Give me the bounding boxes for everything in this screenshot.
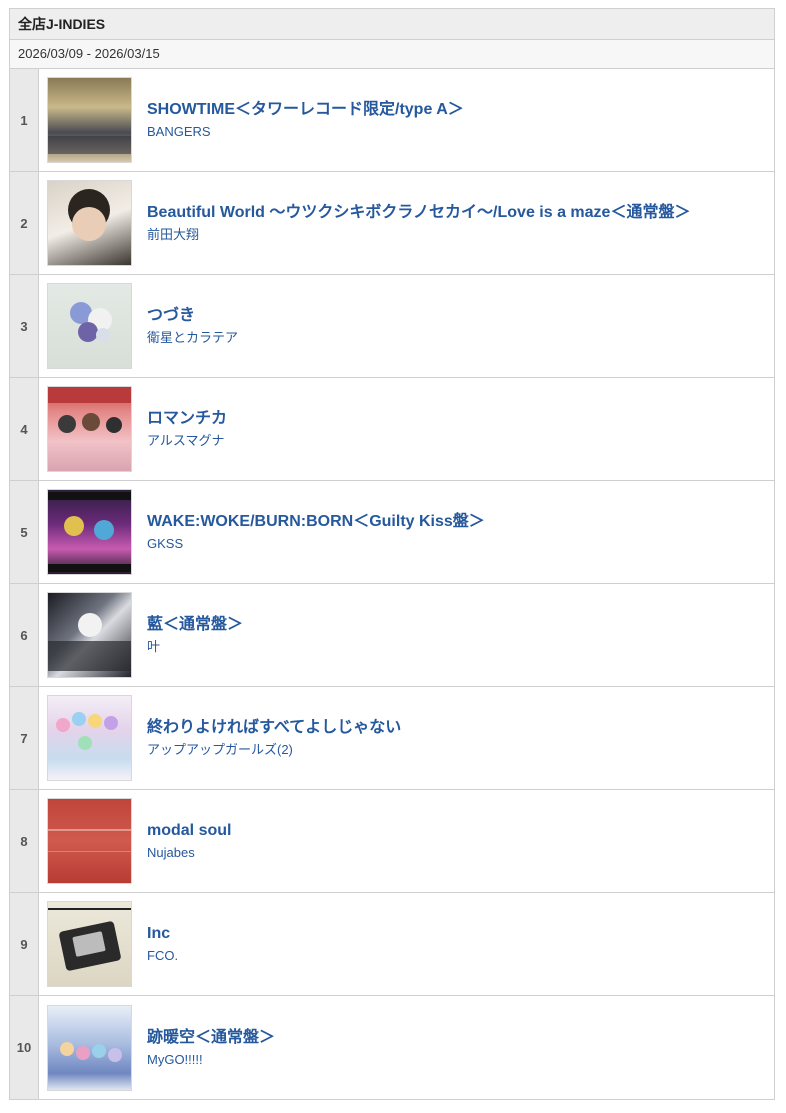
panel-heading: 全店J-INDIES bbox=[10, 9, 774, 40]
ranking-item: 跡暖空＜通常盤＞ MyGO!!!!! bbox=[39, 996, 774, 1099]
item-artist-link[interactable]: MyGO!!!!! bbox=[147, 1051, 275, 1068]
item-title-link[interactable]: 跡暖空＜通常盤＞ bbox=[147, 1028, 275, 1048]
rank-number: 9 bbox=[10, 893, 39, 995]
ranking-item: つづき 衛星とカラテア bbox=[39, 275, 774, 377]
item-artist-link[interactable]: Nujabes bbox=[147, 844, 231, 861]
ranking-row: 1 SHOWTIME＜タワーレコード限定/type A＞ BANGERS bbox=[10, 69, 774, 172]
rank-number: 1 bbox=[10, 69, 39, 171]
item-info: Beautiful World 〜ウツクシキボクラノセカイ〜/Love is a… bbox=[147, 203, 690, 243]
ranking-item: 終わりよければすべてよしじゃない アップアップガールズ(2) bbox=[39, 687, 774, 789]
album-cover[interactable] bbox=[47, 901, 132, 987]
item-info: SHOWTIME＜タワーレコード限定/type A＞ BANGERS bbox=[147, 100, 464, 140]
item-artist-link[interactable]: BANGERS bbox=[147, 123, 464, 140]
item-title-link[interactable]: つづき bbox=[147, 306, 238, 326]
ranking-row: 4 ロマンチカ アルスマグナ bbox=[10, 378, 774, 481]
ranking-list: 1 SHOWTIME＜タワーレコード限定/type A＞ BANGERS 2 B… bbox=[10, 69, 774, 1099]
rank-number: 2 bbox=[10, 172, 39, 274]
ranking-row: 8 modal soul Nujabes bbox=[10, 790, 774, 893]
item-title-link[interactable]: WAKE:WOKE/BURN:BORN＜Guilty Kiss盤＞ bbox=[147, 512, 485, 532]
item-info: 跡暖空＜通常盤＞ MyGO!!!!! bbox=[147, 1028, 275, 1068]
ranking-row: 10 跡暖空＜通常盤＞ MyGO!!!!! bbox=[10, 996, 774, 1099]
ranking-item: WAKE:WOKE/BURN:BORN＜Guilty Kiss盤＞ GKSS bbox=[39, 481, 774, 583]
item-title-link[interactable]: 藍＜通常盤＞ bbox=[147, 615, 243, 635]
item-artist-link[interactable]: アップアップガールズ(2) bbox=[147, 741, 401, 758]
ranking-row: 7 終わりよければすべてよしじゃない アップアップガールズ(2) bbox=[10, 687, 774, 790]
item-title-link[interactable]: Inc bbox=[147, 924, 178, 944]
album-cover[interactable] bbox=[47, 386, 132, 472]
ranking-item: modal soul Nujabes bbox=[39, 790, 774, 892]
ranking-item: Beautiful World 〜ウツクシキボクラノセカイ〜/Love is a… bbox=[39, 172, 774, 274]
album-cover[interactable] bbox=[47, 180, 132, 266]
ranking-period: 2026/03/09 - 2026/03/15 bbox=[10, 40, 774, 69]
ranking-row: 2 Beautiful World 〜ウツクシキボクラノセカイ〜/Love is… bbox=[10, 172, 774, 275]
item-info: Inc FCO. bbox=[147, 924, 178, 964]
album-cover[interactable] bbox=[47, 77, 132, 163]
album-cover[interactable] bbox=[47, 695, 132, 781]
ranking-item: SHOWTIME＜タワーレコード限定/type A＞ BANGERS bbox=[39, 69, 774, 171]
item-title-link[interactable]: modal soul bbox=[147, 821, 231, 841]
album-cover[interactable] bbox=[47, 592, 132, 678]
album-cover[interactable] bbox=[47, 283, 132, 369]
item-info: modal soul Nujabes bbox=[147, 821, 231, 861]
item-title-link[interactable]: SHOWTIME＜タワーレコード限定/type A＞ bbox=[147, 100, 464, 120]
item-info: つづき 衛星とカラテア bbox=[147, 306, 238, 346]
rank-number: 8 bbox=[10, 790, 39, 892]
ranking-item: ロマンチカ アルスマグナ bbox=[39, 378, 774, 480]
ranking-row: 9 Inc FCO. bbox=[10, 893, 774, 996]
item-title-link[interactable]: Beautiful World 〜ウツクシキボクラノセカイ〜/Love is a… bbox=[147, 203, 690, 223]
item-artist-link[interactable]: GKSS bbox=[147, 535, 485, 552]
rank-number: 3 bbox=[10, 275, 39, 377]
item-artist-link[interactable]: 衛星とカラテア bbox=[147, 329, 238, 346]
ranking-item: Inc FCO. bbox=[39, 893, 774, 995]
item-info: ロマンチカ アルスマグナ bbox=[147, 409, 227, 449]
item-title-link[interactable]: ロマンチカ bbox=[147, 409, 227, 429]
item-artist-link[interactable]: 前田大翔 bbox=[147, 226, 690, 243]
rank-number: 10 bbox=[10, 996, 39, 1099]
item-artist-link[interactable]: FCO. bbox=[147, 947, 178, 964]
item-info: 藍＜通常盤＞ 叶 bbox=[147, 615, 243, 655]
album-cover[interactable] bbox=[47, 1004, 132, 1091]
ranking-panel: 全店J-INDIES 2026/03/09 - 2026/03/15 1 SHO… bbox=[9, 8, 775, 1100]
item-artist-link[interactable]: アルスマグナ bbox=[147, 432, 227, 449]
rank-number: 6 bbox=[10, 584, 39, 686]
ranking-row: 6 藍＜通常盤＞ 叶 bbox=[10, 584, 774, 687]
album-cover[interactable] bbox=[47, 489, 132, 575]
rank-number: 5 bbox=[10, 481, 39, 583]
rank-number: 4 bbox=[10, 378, 39, 480]
item-info: WAKE:WOKE/BURN:BORN＜Guilty Kiss盤＞ GKSS bbox=[147, 512, 485, 552]
ranking-row: 3 つづき 衛星とカラテア bbox=[10, 275, 774, 378]
item-artist-link[interactable]: 叶 bbox=[147, 638, 243, 655]
item-title-link[interactable]: 終わりよければすべてよしじゃない bbox=[147, 718, 401, 738]
ranking-row: 5 WAKE:WOKE/BURN:BORN＜Guilty Kiss盤＞ GKSS bbox=[10, 481, 774, 584]
item-info: 終わりよければすべてよしじゃない アップアップガールズ(2) bbox=[147, 718, 401, 758]
ranking-item: 藍＜通常盤＞ 叶 bbox=[39, 584, 774, 686]
rank-number: 7 bbox=[10, 687, 39, 789]
album-cover[interactable] bbox=[47, 798, 132, 884]
